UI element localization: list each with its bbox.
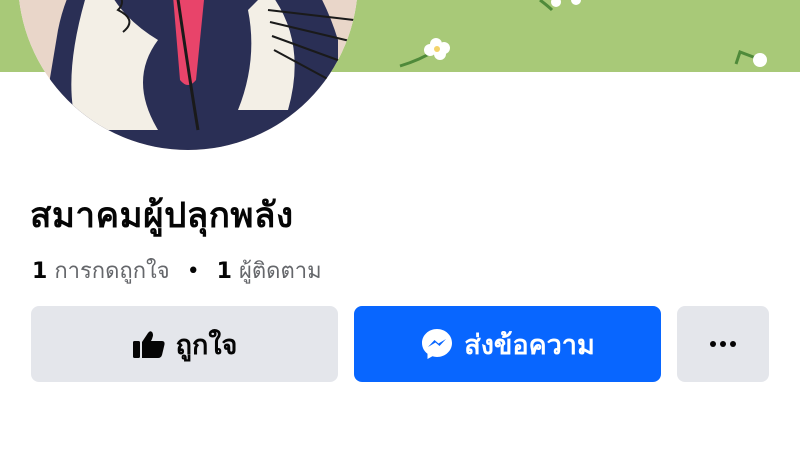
more-horizontal-icon	[709, 340, 737, 348]
profile-avatar[interactable]	[18, 0, 358, 150]
likes-label[interactable]: การกดถูกใจ	[54, 259, 169, 284]
likes-count: 1	[32, 259, 48, 284]
page-stats: 1 การกดถูกใจ • 1 ผู้ติดตาม	[32, 253, 322, 288]
send-message-label: ส่งข้อความ	[464, 329, 595, 361]
like-button-label: ถูกใจ	[175, 329, 238, 361]
followers-label[interactable]: ผู้ติดตาม	[239, 259, 322, 284]
like-button[interactable]: ถูกใจ	[31, 306, 338, 382]
messenger-icon	[420, 327, 454, 361]
page-title: สมาคมผู้ปลุกพลัง	[30, 196, 294, 236]
thumbs-up-icon	[132, 329, 166, 359]
stats-separator: •	[186, 259, 200, 284]
followers-count: 1	[216, 259, 232, 284]
send-message-button[interactable]: ส่งข้อความ	[354, 306, 661, 382]
more-options-button[interactable]	[677, 306, 769, 382]
